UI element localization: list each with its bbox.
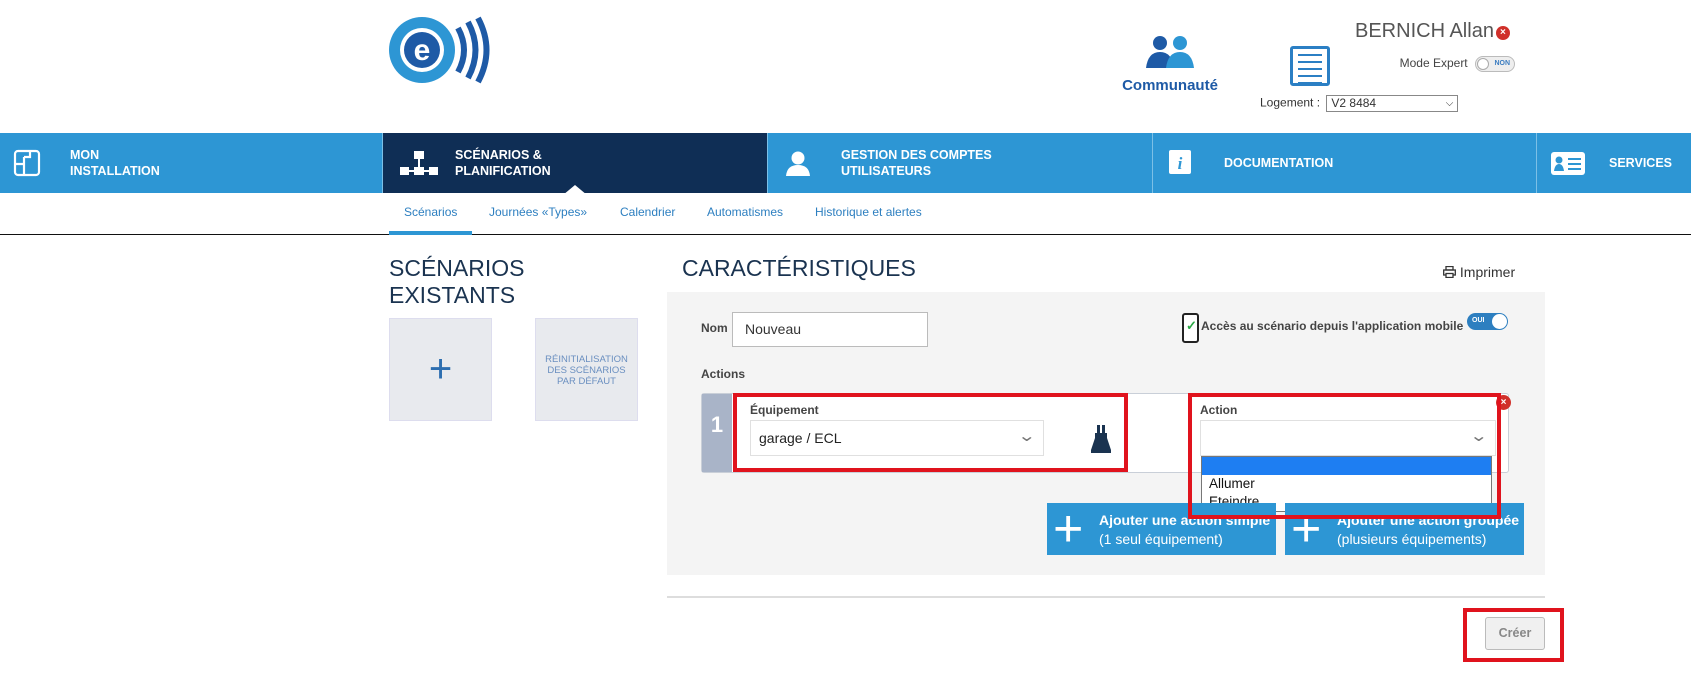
subnav-calendrier[interactable]: Calendrier bbox=[620, 205, 675, 219]
mode-expert-state: NON bbox=[1494, 60, 1510, 67]
info-icon: i bbox=[1169, 150, 1191, 174]
mode-expert-label: Mode Expert bbox=[1399, 56, 1468, 71]
logout-close-icon[interactable]: × bbox=[1495, 26, 1510, 40]
plus-icon: + bbox=[1053, 503, 1084, 555]
nav-label: SERVICES bbox=[1609, 156, 1672, 170]
reset-line: PAR DÉFAUT bbox=[557, 376, 616, 387]
nav-scenarios-planification[interactable]: SCÉNARIOS & PLANIFICATION bbox=[383, 133, 768, 193]
mobile-access-state: OUI bbox=[1472, 317, 1485, 324]
highlight-create bbox=[1463, 608, 1564, 662]
reset-line: RÉINITIALISATION bbox=[545, 354, 628, 365]
nav-services[interactable]: SERVICES bbox=[1537, 133, 1691, 193]
user-icon bbox=[786, 151, 810, 176]
print-link[interactable]: Imprimer bbox=[1443, 264, 1515, 280]
existing-scenarios-title: SCÉNARIOS EXISTANTS bbox=[389, 255, 524, 309]
nom-label: Nom bbox=[701, 321, 728, 335]
reset-line: DES SCÉNARIOS bbox=[547, 365, 626, 376]
hierarchy-icon bbox=[400, 151, 438, 175]
add-group-line2: (plusieurs équipements) bbox=[1337, 531, 1487, 547]
nav-label-line1: MON bbox=[70, 148, 100, 162]
printer-icon bbox=[1443, 265, 1456, 279]
nav-label-line1: SCÉNARIOS & bbox=[455, 148, 542, 162]
nav-label-line2: UTILISATEURS bbox=[841, 164, 932, 178]
subnav-journees-types[interactable]: Journées «Types» bbox=[489, 205, 587, 219]
highlight-action bbox=[1188, 393, 1501, 519]
nav-label-line2: PLANIFICATION bbox=[455, 164, 551, 178]
user-name: BERNICH Allan × bbox=[1355, 20, 1510, 43]
nav-mon-installation[interactable]: MON INSTALLATION bbox=[0, 133, 383, 193]
existing-title-line2: EXISTANTS bbox=[389, 282, 516, 308]
actions-label: Actions bbox=[701, 367, 746, 381]
logement-label: Logement : bbox=[1260, 95, 1321, 110]
mobile-access-label: Accès au scénario depuis l'application m… bbox=[1201, 319, 1464, 333]
check-icon: ✓ bbox=[1186, 318, 1197, 333]
community-link[interactable]: Communauté bbox=[1110, 34, 1230, 94]
page-title: CARACTÉRISTIQUES bbox=[682, 255, 916, 281]
nav-gestion-comptes[interactable]: GESTION DES COMPTES UTILISATEURS bbox=[768, 133, 1153, 193]
active-subnav-indicator bbox=[389, 231, 472, 235]
print-label: Imprimer bbox=[1459, 264, 1516, 280]
chevron-down-icon: ⌵ bbox=[1445, 98, 1454, 109]
community-icon bbox=[1146, 36, 1194, 68]
svg-text:i: i bbox=[1178, 154, 1183, 173]
nav-label-line2: INSTALLATION bbox=[70, 164, 160, 178]
community-label: Communauté bbox=[1122, 77, 1218, 94]
installation-icon bbox=[13, 149, 41, 177]
mobile-phone-icon: ✓ bbox=[1182, 313, 1199, 343]
existing-title-line1: SCÉNARIOS bbox=[389, 255, 525, 281]
subnav-automatismes[interactable]: Automatismes bbox=[707, 205, 783, 219]
nom-input[interactable]: Nouveau bbox=[732, 312, 928, 347]
nav-label-line1: GESTION DES COMPTES bbox=[841, 148, 992, 162]
mode-expert: Mode Expert NON bbox=[1330, 56, 1515, 72]
subnav-historique[interactable]: Historique et alertes bbox=[815, 205, 922, 219]
highlight-equipment bbox=[733, 393, 1128, 472]
reset-scenarios-tile[interactable]: RÉINITIALISATION DES SCÉNARIOS PAR DÉFAU… bbox=[535, 318, 638, 421]
mobile-access-toggle[interactable]: OUI bbox=[1467, 313, 1508, 330]
user-name-label: BERNICH Allan bbox=[1355, 20, 1494, 42]
nav-documentation[interactable]: i DOCUMENTATION bbox=[1153, 133, 1537, 193]
svg-text:e: e bbox=[414, 34, 431, 67]
document-icon[interactable] bbox=[1290, 46, 1330, 86]
divider bbox=[667, 596, 1545, 598]
main-nav: MON INSTALLATION SCÉNARIOS & PLANIFICATION… bbox=[0, 133, 1691, 193]
action-row-number: 1 bbox=[702, 394, 732, 472]
nav-label: DOCUMENTATION bbox=[1224, 156, 1334, 170]
logement: Logement : V2 8484 ⌵ bbox=[1260, 95, 1459, 112]
services-icon bbox=[1551, 152, 1585, 175]
logo-icon: e bbox=[389, 16, 490, 84]
mode-expert-toggle[interactable]: NON bbox=[1475, 56, 1515, 72]
logement-value: V2 8484 bbox=[1331, 96, 1377, 110]
logo[interactable]: e bbox=[388, 14, 493, 86]
add-simple-line2: (1 seul équipement) bbox=[1099, 531, 1223, 547]
logement-select[interactable]: V2 8484 ⌵ bbox=[1326, 95, 1459, 112]
add-scenario-tile[interactable]: + bbox=[389, 318, 492, 421]
subnav-scenarios[interactable]: Scénarios bbox=[404, 205, 457, 219]
sub-nav: Scénarios Journées «Types» Calendrier Au… bbox=[0, 193, 1691, 235]
